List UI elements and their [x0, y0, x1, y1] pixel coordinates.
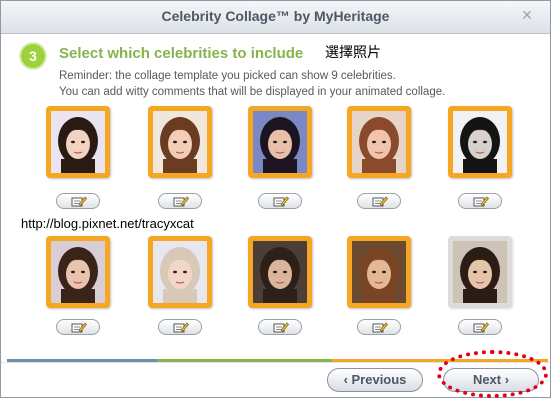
reminder-line-2: You can add witty comments that will be …: [59, 86, 446, 98]
pencil-note-icon: [71, 196, 87, 207]
celebrity-photo: [51, 111, 105, 173]
celebrity-photo: [253, 241, 307, 303]
previous-button[interactable]: ‹ Previous: [327, 368, 423, 392]
celebrity-thumbnail[interactable]: [448, 106, 512, 178]
add-comment-button[interactable]: [158, 319, 202, 335]
add-comment-button[interactable]: [158, 193, 202, 209]
close-icon[interactable]: ×: [518, 6, 536, 24]
celebrity-thumbnail[interactable]: [448, 236, 512, 308]
celebrity-photo: [453, 111, 507, 173]
celebrity-photo: [51, 241, 105, 303]
celebrity-photo: [253, 111, 307, 173]
pencil-note-icon: [273, 322, 289, 333]
pencil-note-icon: [473, 196, 489, 207]
celebrity-thumbnail[interactable]: [248, 106, 312, 178]
pencil-note-icon: [173, 322, 189, 333]
celebrity-photo: [153, 241, 207, 303]
pencil-note-icon: [473, 322, 489, 333]
celebrity-thumbnail[interactable]: [148, 236, 212, 308]
add-comment-button[interactable]: [258, 193, 302, 209]
celebrity-photo: [352, 111, 406, 173]
celebrity-thumbnail[interactable]: [347, 106, 411, 178]
celebrity-thumbnail[interactable]: [46, 106, 110, 178]
window-title: Celebrity Collage™ by MyHeritage: [161, 8, 390, 24]
pencil-note-icon: [71, 322, 87, 333]
celebrity-photo: [153, 111, 207, 173]
pencil-note-icon: [372, 322, 388, 333]
add-comment-button[interactable]: [357, 193, 401, 209]
step-number-badge: 3: [21, 44, 45, 68]
add-comment-button[interactable]: [357, 319, 401, 335]
celebrity-thumbnail[interactable]: [148, 106, 212, 178]
pencil-note-icon: [173, 196, 189, 207]
celebrity-thumbnail[interactable]: [347, 236, 411, 308]
blog-url-watermark: http://blog.pixnet.net/tracyxcat: [21, 216, 194, 231]
add-comment-button[interactable]: [56, 193, 100, 209]
footer-divider: [1, 362, 550, 363]
celebrity-photo: [352, 241, 406, 303]
add-comment-button[interactable]: [258, 319, 302, 335]
step-heading: Select which celebrities to include: [59, 45, 304, 62]
celebrity-collage-window: Celebrity Collage™ by MyHeritage × 3 Sel…: [0, 0, 551, 398]
next-button[interactable]: Next ›: [443, 368, 539, 392]
title-bar: Celebrity Collage™ by MyHeritage ×: [1, 1, 550, 34]
add-comment-button[interactable]: [458, 319, 502, 335]
reminder-line-1: Reminder: the collage template you picke…: [59, 70, 396, 82]
add-comment-button[interactable]: [458, 193, 502, 209]
celebrity-thumbnail[interactable]: [248, 236, 312, 308]
add-comment-button[interactable]: [56, 319, 100, 335]
pencil-note-icon: [273, 196, 289, 207]
celebrity-photo: [453, 241, 507, 303]
celebrity-thumbnail[interactable]: [46, 236, 110, 308]
pencil-note-icon: [372, 196, 388, 207]
heading-annotation: 選擇照片: [325, 45, 381, 61]
reminder-text: Reminder: the collage template you picke…: [59, 68, 445, 100]
